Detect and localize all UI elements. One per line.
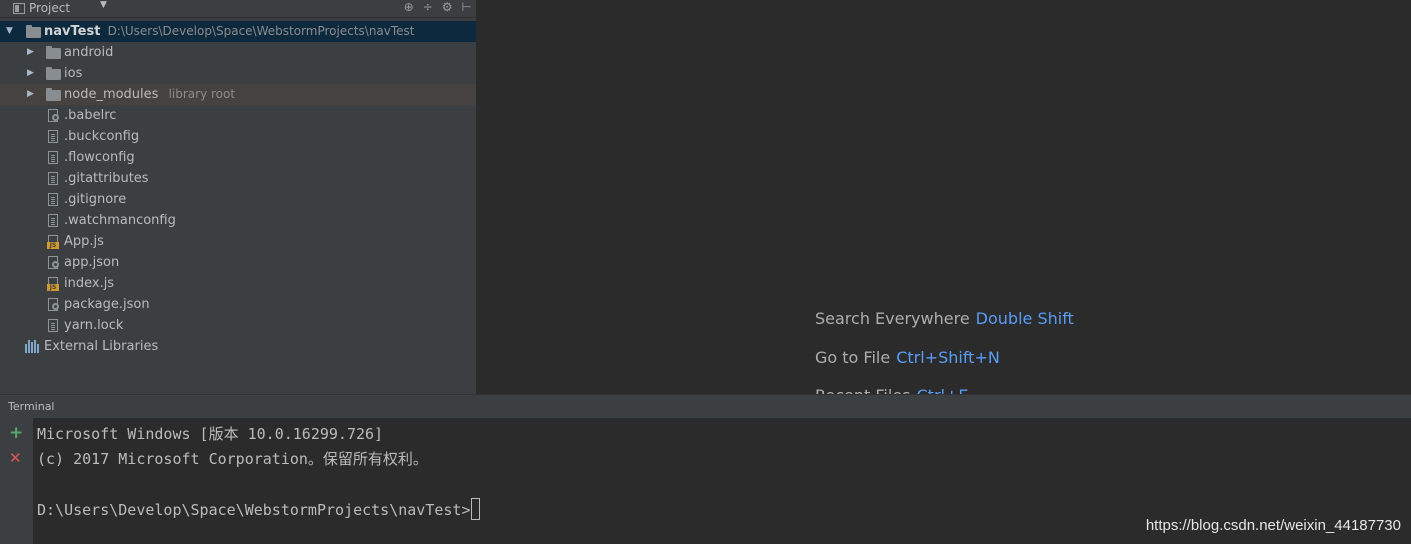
terminal-title: Terminal [8,400,55,413]
hint-search-everywhere: Search Everywhere Double Shift [815,309,1074,328]
terminal-line: Microsoft Windows [版本 10.0.16299.726] [37,425,384,443]
library-icon [25,340,39,353]
text-file-icon [48,151,58,164]
watermark-url: https://blog.csdn.net/weixin_44187730 [1145,517,1401,534]
file-name: .gitattributes [64,171,149,186]
file-name: .flowconfig [64,150,135,165]
project-panel-title: Project [29,1,71,15]
tree-file[interactable]: .flowconfig [0,147,476,168]
terminal-cursor [471,498,481,520]
tree-file[interactable]: .babelrc [0,105,476,126]
new-session-plus-icon[interactable]: + [9,425,23,442]
tree-external-libraries[interactable]: External Libraries [0,336,476,357]
file-name: yarn.lock [64,318,124,333]
collapsed-arrow-icon[interactable]: ▶ [27,63,34,84]
project-panel-toolbar: ⊕ ÷ ⚙ ⊢ [404,0,472,14]
chevron-down-icon[interactable]: ▼ [100,0,107,10]
folder-name: ios [64,66,83,81]
file-name: .buckconfig [64,129,140,144]
tree-root-navtest[interactable]: ▼ navTest D:\Users\Develop\Space\Webstor… [0,21,476,42]
text-file-icon [48,193,58,206]
hint-shortcut: Ctrl+Shift+N [896,348,1000,367]
folder-name: node_modules [64,87,159,102]
hide-panel-icon[interactable]: ⊢ [462,0,472,14]
text-file-icon [48,319,58,332]
folder-name: android [64,45,114,60]
tree-file[interactable]: .buckconfig [0,126,476,147]
terminal-line: (c) 2017 Microsoft Corporation。保留所有权利。 [37,450,428,468]
tree-file[interactable]: app.json [0,252,476,273]
tree-file[interactable]: index.js [0,273,476,294]
text-file-icon [48,172,58,185]
tree-file[interactable]: .gitignore [0,189,476,210]
hint-shortcut: Double Shift [975,309,1074,328]
tree-folder-node-modules[interactable]: ▶ node_modules library root [0,84,476,105]
editor-empty-area[interactable]: Search Everywhere Double Shift Go to File… [476,0,1411,394]
collapsed-arrow-icon[interactable]: ▶ [27,42,34,63]
text-file-icon [48,130,58,143]
js-file-icon [47,277,59,291]
folder-icon [46,67,61,80]
tree-file[interactable]: .watchmanconfig [0,210,476,231]
tree-file[interactable]: App.js [0,231,476,252]
file-name: .watchmanconfig [64,213,176,228]
collapse-all-icon[interactable]: ÷ [423,0,433,14]
expand-arrow-icon[interactable]: ▼ [6,21,13,42]
hint-recent-files: Recent FilesCtrl+E [815,386,968,394]
terminal-prompt-line[interactable]: D:\Users\Develop\Space\WebstormProjects\… [37,498,481,520]
project-view-selector[interactable]: Project [13,1,70,15]
terminal-prompt: D:\Users\Develop\Space\WebstormProjects\… [37,501,471,519]
file-name: index.js [64,276,115,291]
root-folder-path: D:\Users\Develop\Space\WebstormProjects\… [107,24,415,38]
project-panel-header: Project ▼ ⊕ ÷ ⚙ ⊢ [0,0,476,18]
text-file-icon [48,214,58,227]
tree-file[interactable]: .gitattributes [0,168,476,189]
close-session-icon[interactable]: ✕ [9,450,22,467]
hint-shortcut: Ctrl+E [917,386,969,394]
external-libraries-label: External Libraries [44,339,159,354]
config-file-icon [48,298,59,311]
project-tree: ▼ navTest D:\Users\Develop\Space\Webstor… [0,21,476,357]
terminal-header: Terminal [0,394,1411,418]
config-file-icon [48,256,59,269]
file-name: .gitignore [64,192,127,207]
folder-icon [26,25,41,38]
tree-file[interactable]: yarn.lock [0,315,476,336]
file-name: App.js [64,234,104,249]
tree-folder-ios[interactable]: ▶ ios [0,63,476,84]
library-root-label: library root [168,87,236,101]
js-file-icon [47,235,59,249]
file-name: package.json [64,297,150,312]
terminal-toolbar: + ✕ [0,418,33,544]
tree-file[interactable]: package.json [0,294,476,315]
gear-icon[interactable]: ⚙ [442,0,453,14]
file-name: .babelrc [64,108,117,123]
locate-file-icon[interactable]: ⊕ [404,0,414,14]
tree-folder-android[interactable]: ▶ android [0,42,476,63]
file-name: app.json [64,255,120,270]
project-tool-window: Project ▼ ⊕ ÷ ⚙ ⊢ ▼ navTest D:\Users\Dev… [0,0,476,394]
root-folder-name: navTest [44,24,101,39]
folder-icon [46,46,61,59]
collapsed-arrow-icon[interactable]: ▶ [27,84,34,105]
folder-icon [46,88,61,101]
project-icon [13,2,25,14]
hint-go-to-file: Go to File Ctrl+Shift+N [815,348,1000,367]
config-file-icon [48,109,59,122]
